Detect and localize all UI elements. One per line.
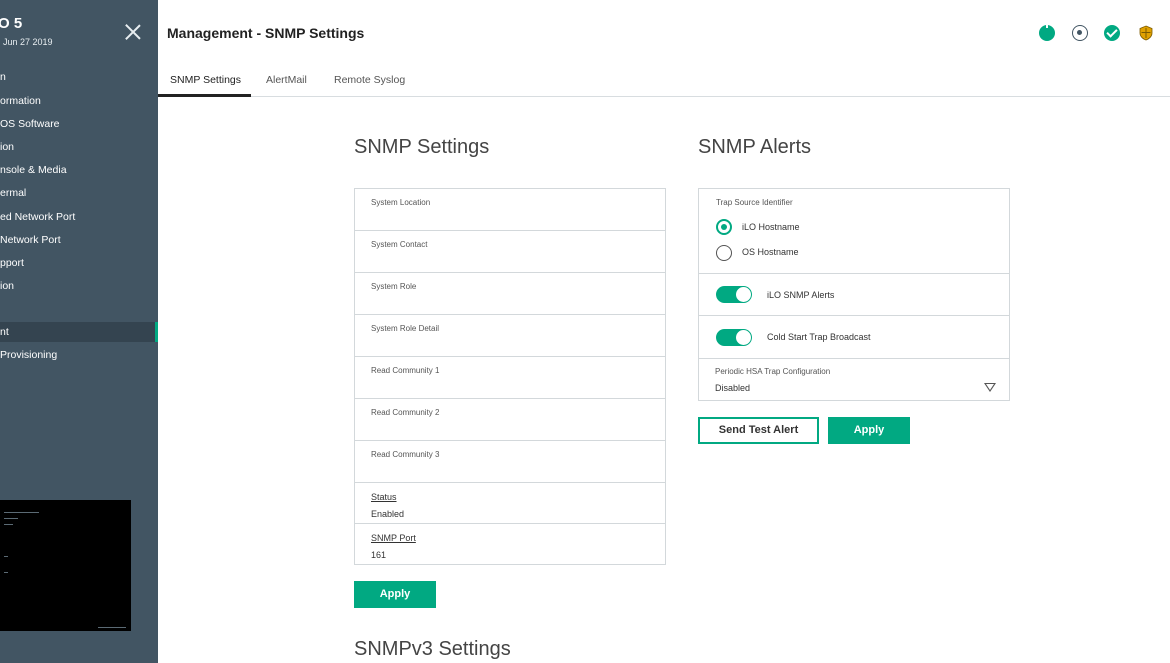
ilo-snmp-alerts-field: iLO SNMP Alerts (699, 274, 1009, 316)
tab-remote-syslog[interactable]: Remote Syslog (334, 74, 405, 86)
remote-console-thumbnail[interactable] (0, 500, 131, 631)
snmp-settings-form: System Location System Contact System Ro… (354, 188, 666, 565)
sidebar-item-provisioning[interactable]: Provisioning (0, 345, 158, 365)
read-community-2-field[interactable]: Read Community 2 (355, 399, 665, 441)
system-location-field[interactable]: System Location (355, 189, 665, 231)
sidebar-item[interactable]: pport (0, 253, 158, 273)
sidebar-item-management[interactable]: nt (0, 322, 158, 342)
tab-alertmail[interactable]: AlertMail (266, 74, 307, 86)
tab-bar: SNMP Settings AlertMail Remote Syslog (158, 64, 1170, 97)
os-hostname-radio[interactable] (716, 245, 732, 261)
cold-start-trap-toggle[interactable] (716, 329, 752, 346)
sidebar-date: Jun 27 2019 (3, 37, 53, 47)
sidebar-title: O 5 (0, 15, 23, 32)
send-test-alert-button[interactable]: Send Test Alert (698, 417, 819, 444)
ilo-snmp-alerts-toggle[interactable] (716, 286, 752, 303)
read-community-1-field[interactable]: Read Community 1 (355, 357, 665, 399)
system-role-detail-field[interactable]: System Role Detail (355, 315, 665, 357)
snmp-port-field: SNMP Port 161 (355, 524, 665, 565)
sidebar-item[interactable]: ormation (0, 91, 158, 111)
sidebar-item[interactable]: OS Software (0, 114, 158, 134)
status-field: Status Enabled (355, 483, 665, 524)
health-ok-icon[interactable] (1104, 25, 1120, 41)
sidebar-item[interactable]: nsole & Media (0, 160, 158, 180)
sidebar-nav: O 5 Jun 27 2019 n ormation OS Software i… (0, 0, 158, 663)
page-title: Management - SNMP Settings (167, 25, 365, 41)
trap-source-field: Trap Source Identifier iLO Hostname OS H… (699, 189, 1009, 274)
active-tab-indicator (158, 94, 251, 97)
close-icon[interactable] (125, 24, 141, 40)
security-shield-icon[interactable] (1138, 25, 1154, 41)
snmp-port-label[interactable]: SNMP Port (371, 533, 416, 543)
power-icon[interactable] (1039, 23, 1055, 41)
snmpv3-settings-heading: SNMPv3 Settings (354, 638, 511, 660)
system-contact-field[interactable]: System Contact (355, 231, 665, 273)
status-label[interactable]: Status (371, 492, 397, 502)
snmp-port-value: 161 (371, 550, 387, 560)
uid-locate-icon[interactable] (1072, 25, 1088, 41)
sidebar-item[interactable]: n (0, 67, 158, 87)
ilo-hostname-radio[interactable] (716, 219, 732, 235)
sidebar-item[interactable]: ion (0, 276, 158, 296)
periodic-hsa-trap-dropdown[interactable]: Periodic HSA Trap Configuration Disabled (699, 359, 1009, 401)
snmp-alerts-heading: SNMP Alerts (698, 136, 811, 158)
status-value: Enabled (371, 509, 405, 519)
read-community-3-field[interactable]: Read Community 3 (355, 441, 665, 483)
system-role-field[interactable]: System Role (355, 273, 665, 315)
snmp-alerts-apply-button[interactable]: Apply (828, 417, 910, 444)
snmp-settings-apply-button[interactable]: Apply (354, 581, 436, 608)
sidebar-item[interactable]: ion (0, 137, 158, 157)
snmp-settings-heading: SNMP Settings (354, 136, 490, 158)
periodic-hsa-trap-value: Disabled (715, 383, 751, 393)
snmp-alerts-form: Trap Source Identifier iLO Hostname OS H… (698, 188, 1010, 401)
tab-snmp-settings[interactable]: SNMP Settings (170, 74, 241, 86)
sidebar-item[interactable]: ed Network Port (0, 207, 158, 227)
cold-start-trap-field: Cold Start Trap Broadcast (699, 316, 1009, 359)
sidebar-item[interactable]: ermal (0, 183, 158, 203)
chevron-down-icon (984, 383, 996, 392)
sidebar-item[interactable]: Network Port (0, 230, 158, 250)
